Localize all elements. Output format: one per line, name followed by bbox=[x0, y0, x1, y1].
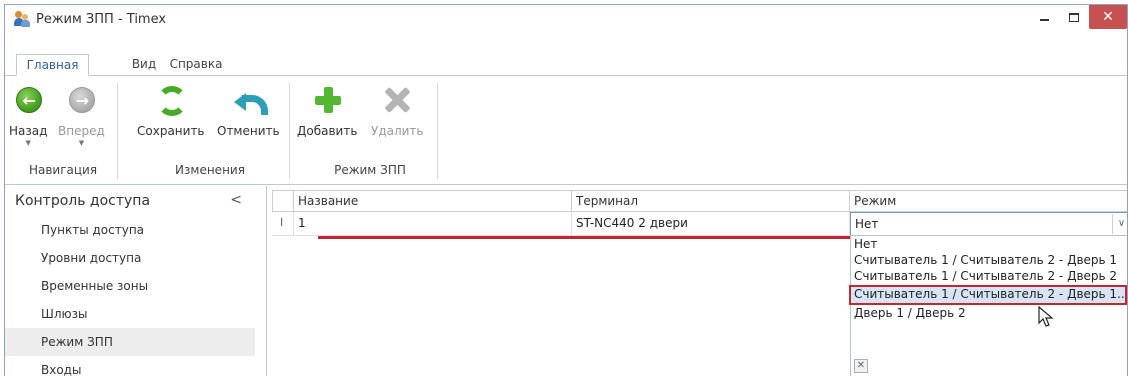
window-title: Режим ЗПП - Timex bbox=[36, 11, 167, 27]
minimize-button[interactable] bbox=[1029, 5, 1059, 29]
grid-header-indicator bbox=[272, 190, 294, 212]
row-edit-indicator: I bbox=[272, 212, 294, 236]
group-label-mode: Режим ЗПП bbox=[334, 163, 406, 177]
dropdown-option[interactable]: Считыватель 1 / Считыватель 2 - Дверь 2 bbox=[851, 268, 1127, 284]
sidebar-item-access-points[interactable]: Пункты доступа bbox=[5, 216, 266, 244]
chevron-down-icon[interactable]: ∨ bbox=[1112, 214, 1127, 234]
minimize-icon bbox=[1039, 19, 1049, 21]
app-window: Режим ЗПП - Timex ✕ Главная Вид Справка … bbox=[4, 4, 1128, 376]
cancel-button[interactable]: Отменить bbox=[217, 83, 280, 138]
sidebar-item-time-zones[interactable]: Временные зоны bbox=[5, 272, 266, 300]
dropdown-option[interactable]: Считыватель 1 / Считыватель 2 - Дверь 1 bbox=[851, 252, 1127, 268]
dropdown-option-highlighted[interactable]: Считыватель 1 / Считыватель 2 - Дверь 1.… bbox=[849, 285, 1127, 305]
close-icon[interactable]: ✕ bbox=[854, 359, 868, 373]
mode-select[interactable]: Нет ∨ bbox=[850, 212, 1127, 236]
dropdown-option[interactable]: Нет bbox=[851, 236, 1127, 252]
sidebar: Контроль доступа < Пункты доступа Уровни… bbox=[5, 186, 267, 376]
undo-icon bbox=[234, 91, 269, 115]
mode-select-value: Нет bbox=[855, 217, 879, 231]
sidebar-header: Контроль доступа < bbox=[15, 192, 242, 209]
save-button[interactable]: Сохранить bbox=[137, 83, 205, 138]
dropdown-option[interactable]: Дверь 1 / Дверь 2 bbox=[851, 305, 1127, 321]
highlight-underline bbox=[318, 236, 862, 239]
arrow-left-icon: ← bbox=[16, 87, 43, 113]
refresh-icon bbox=[156, 86, 187, 116]
tab-help[interactable]: Справка bbox=[166, 54, 226, 76]
cell-name[interactable]: 1 bbox=[294, 212, 572, 236]
chevron-down-icon: ▼ bbox=[25, 139, 31, 147]
maximize-icon bbox=[1069, 12, 1079, 22]
group-label-changes: Изменения bbox=[175, 163, 245, 177]
ribbon: ← Назад ▼ → Вперед ▼ Сохранить Отменить … bbox=[5, 77, 1127, 185]
sidebar-item-gateways[interactable]: Шлюзы bbox=[5, 300, 266, 328]
arrow-right-icon: → bbox=[69, 87, 96, 113]
sidebar-item-zpp-mode[interactable]: Режим ЗПП bbox=[5, 328, 255, 356]
close-button[interactable]: ✕ bbox=[1089, 5, 1127, 29]
forward-button[interactable]: → Вперед ▼ bbox=[58, 83, 105, 147]
maximize-button[interactable] bbox=[1059, 5, 1089, 29]
tab-home[interactable]: Главная bbox=[16, 54, 89, 76]
sidebar-item-inputs[interactable]: Входы bbox=[5, 356, 266, 376]
ribbon-tabs: Главная Вид Справка bbox=[5, 52, 1127, 76]
plus-icon bbox=[315, 87, 342, 113]
cell-terminal[interactable]: ST-NC440 2 двери bbox=[572, 212, 850, 236]
window-controls: ✕ bbox=[1029, 5, 1127, 29]
tab-view[interactable]: Вид bbox=[129, 54, 159, 76]
grid-header-name[interactable]: Название bbox=[294, 190, 572, 212]
delete-button[interactable]: Удалить bbox=[371, 83, 424, 138]
add-button[interactable]: Добавить bbox=[297, 83, 357, 138]
grid-header-mode[interactable]: Режим bbox=[850, 190, 1127, 212]
chevron-left-icon[interactable]: < bbox=[230, 192, 242, 208]
sidebar-item-access-levels[interactable]: Уровни доступа bbox=[5, 244, 266, 272]
data-grid: Название Терминал Режим I 1 ST-NC440 2 д… bbox=[268, 186, 1127, 376]
close-icon: ✕ bbox=[1102, 9, 1114, 25]
grid-header-terminal[interactable]: Терминал bbox=[572, 190, 850, 212]
delete-icon bbox=[384, 86, 411, 114]
chevron-down-icon: ▼ bbox=[78, 139, 85, 147]
title-bar: Режим ЗПП - Timex ✕ bbox=[5, 5, 1127, 33]
back-button[interactable]: ← Назад ▼ bbox=[9, 83, 47, 147]
mode-dropdown-list: Нет Считыватель 1 / Считыватель 2 - Двер… bbox=[849, 235, 1127, 376]
group-label-navigation: Навигация bbox=[28, 163, 98, 177]
users-icon bbox=[14, 11, 30, 27]
